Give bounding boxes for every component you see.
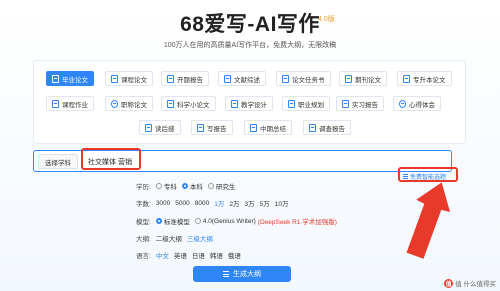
watermark-text: 值 什么值得买 bbox=[455, 281, 496, 288]
watermark: 值 值 什么值得买 bbox=[444, 278, 496, 288]
smzdm-logo-icon: 值 bbox=[444, 278, 454, 288]
annotation-arrow bbox=[406, 182, 451, 259]
arrow-shape bbox=[406, 182, 451, 259]
